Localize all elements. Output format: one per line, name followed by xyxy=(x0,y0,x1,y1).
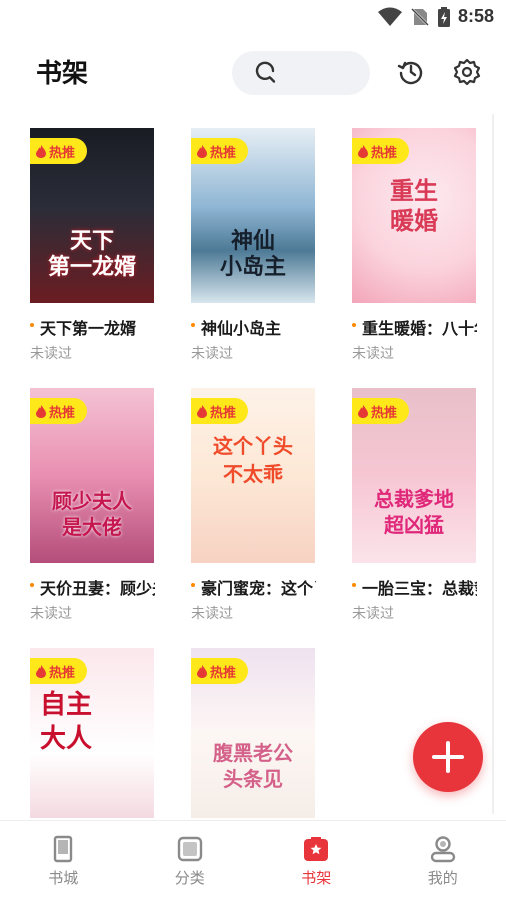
read-status: 未读过 xyxy=(191,346,233,362)
nav-label: 书架 xyxy=(301,869,332,887)
cover-title: 神仙 小岛主 xyxy=(219,228,286,280)
hot-badge: 热推 xyxy=(30,658,88,684)
flame-icon xyxy=(36,404,46,418)
history-icon xyxy=(397,61,423,85)
flame-icon xyxy=(197,404,207,418)
wifi-icon xyxy=(377,7,402,26)
status-time: 8:58 xyxy=(457,6,494,26)
read-status: 未读过 xyxy=(30,606,72,622)
cover-title: 这个丫头 不太乖 xyxy=(213,434,293,486)
book-title: 天下第一龙婿 xyxy=(30,315,155,339)
nav-item-bookstore[interactable]: 书城 xyxy=(0,821,127,900)
bookshelf-grid: 天下 第一龙婿 热推 天下第一龙婿 未读过 神仙 小岛主 热推 神仙小岛主 未读… xyxy=(0,128,506,818)
book-title: 豪门蜜宠：这个丫头不太乖 xyxy=(191,575,316,599)
badge-label: 热推 xyxy=(49,145,76,161)
badge-label: 热推 xyxy=(210,145,237,161)
book-card[interactable]: 顾少夫人 是大佬 热推 天价丑妻：顾少夫人是大佬 未读过 xyxy=(30,388,155,623)
cover-title: 天下 第一龙婿 xyxy=(47,228,136,280)
cover-title: 重生 暖婚 xyxy=(390,176,438,235)
category-icon xyxy=(177,836,202,862)
book-cover[interactable]: 自主 大人 热推 xyxy=(30,648,154,818)
status-bar: 8:58 xyxy=(0,0,506,34)
add-book-button[interactable] xyxy=(413,722,483,792)
book-cover[interactable]: 总裁爹地 超凶猛 热推 xyxy=(352,388,476,563)
hot-badge: 热推 xyxy=(352,398,410,424)
settings-button[interactable] xyxy=(452,57,482,87)
cover-title: 自主 大人 xyxy=(40,690,93,754)
book-cover[interactable]: 天下 第一龙婿 热推 xyxy=(30,128,154,303)
hot-badge: 热推 xyxy=(191,138,249,164)
hot-badge: 热推 xyxy=(30,398,88,424)
hot-badge: 热推 xyxy=(352,138,410,164)
book-card[interactable]: 神仙 小岛主 热推 神仙小岛主 未读过 xyxy=(191,128,316,363)
hot-badge: 热推 xyxy=(30,138,88,164)
book-card[interactable]: 这个丫头 不太乖 热推 豪门蜜宠：这个丫头不太乖 未读过 xyxy=(191,388,316,623)
flame-icon xyxy=(358,144,368,158)
badge-label: 热推 xyxy=(371,405,398,421)
cover-title: 腹黑老公 头条见 xyxy=(213,741,293,791)
profile-icon xyxy=(430,836,455,863)
cover-title: 顾少夫人 是大佬 xyxy=(52,489,132,539)
nav-item-bookshelf[interactable]: 书架 xyxy=(253,821,380,900)
gear-icon xyxy=(453,58,481,86)
book-title: 重生暖婚：八十年代之媳妻 xyxy=(352,315,477,339)
history-button[interactable] xyxy=(396,57,426,87)
book-card[interactable]: 总裁爹地 超凶猛 热推 一胎三宝：总裁爹地超凶猛 未读过 xyxy=(352,388,477,623)
hot-badge: 热推 xyxy=(191,658,249,684)
nav-label: 我的 xyxy=(427,869,458,887)
book-card[interactable]: 天下 第一龙婿 热推 天下第一龙婿 未读过 xyxy=(30,128,155,363)
header: 书架 xyxy=(0,40,506,104)
plus-icon xyxy=(432,741,464,773)
book-card[interactable]: 腹黑老公 头条见 热推 xyxy=(191,648,316,818)
book-title: 天价丑妻：顾少夫人是大佬 xyxy=(30,575,155,599)
book-cover[interactable]: 这个丫头 不太乖 热推 xyxy=(191,388,315,563)
book-cover[interactable]: 神仙 小岛主 热推 xyxy=(191,128,315,303)
nav-label: 分类 xyxy=(174,869,205,887)
book-card[interactable]: 重生 暖婚 热推 重生暖婚：八十年代之媳妻 未读过 xyxy=(352,128,477,363)
read-status: 未读过 xyxy=(352,346,394,362)
badge-label: 热推 xyxy=(49,665,76,681)
badge-label: 热推 xyxy=(210,405,237,421)
read-status: 未读过 xyxy=(191,606,233,622)
badge-label: 热推 xyxy=(371,145,398,161)
book-icon xyxy=(54,835,73,863)
flame-icon xyxy=(197,144,207,158)
cover-title: 总裁爹地 超凶猛 xyxy=(374,487,454,537)
battery-icon xyxy=(437,6,450,27)
book-cover[interactable]: 腹黑老公 头条见 热推 xyxy=(191,648,315,818)
nav-label: 书城 xyxy=(48,869,79,887)
book-title: 神仙小岛主 xyxy=(191,315,316,339)
book-cover[interactable]: 重生 暖婚 热推 xyxy=(352,128,476,303)
search-box[interactable] xyxy=(232,51,370,95)
nav-item-category[interactable]: 分类 xyxy=(127,821,254,900)
flame-icon xyxy=(197,664,207,678)
hot-badge: 热推 xyxy=(191,398,249,424)
no-sim-icon xyxy=(411,7,429,26)
flame-icon xyxy=(358,404,368,418)
bottom-nav: 书城 分类 书架 我的 xyxy=(0,820,506,900)
read-status: 未读过 xyxy=(352,606,394,622)
flame-icon xyxy=(36,664,46,678)
nav-item-profile[interactable]: 我的 xyxy=(380,821,506,900)
page-title: 书架 xyxy=(36,59,89,89)
badge-label: 热推 xyxy=(210,665,237,681)
book-title: 一胎三宝：总裁爹地超凶猛 xyxy=(352,575,477,599)
book-cover[interactable]: 顾少夫人 是大佬 热推 xyxy=(30,388,154,563)
status-icons: 8:58 xyxy=(377,6,494,27)
read-status: 未读过 xyxy=(30,346,72,362)
search-icon xyxy=(255,61,276,83)
bookshelf-icon xyxy=(304,837,329,861)
book-card[interactable]: 自主 大人 热推 xyxy=(30,648,155,818)
flame-icon xyxy=(36,144,46,158)
badge-label: 热推 xyxy=(49,405,76,421)
